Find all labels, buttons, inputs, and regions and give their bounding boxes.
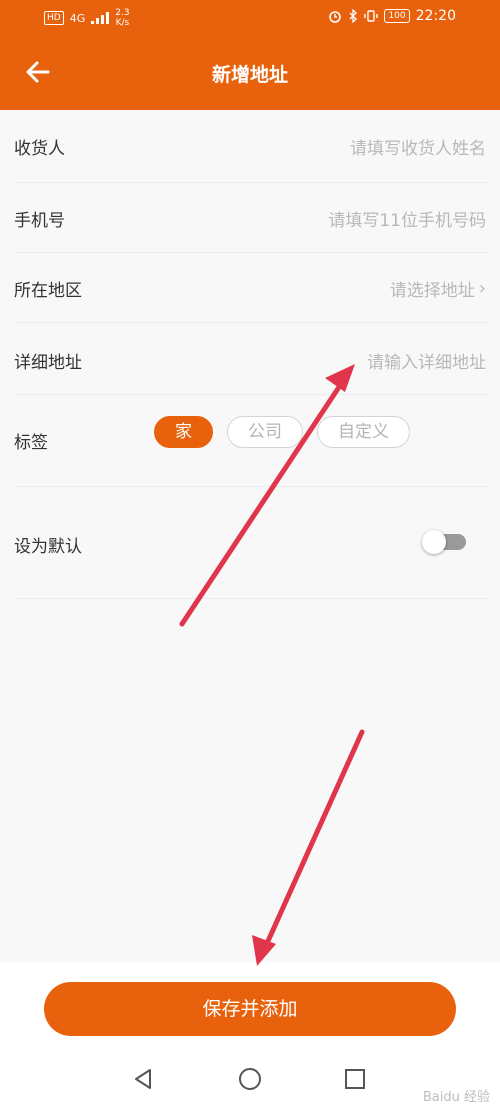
phone-input[interactable]: 请填写11位手机号码 xyxy=(328,206,486,231)
vibrate-icon xyxy=(364,10,379,22)
tag-home[interactable]: 家 xyxy=(154,416,213,448)
network-speed: 2.3 K/s xyxy=(115,8,129,28)
navigation-bar: 新增地址 xyxy=(0,36,500,110)
bottom-area: 保存并添加 Baidu 经验 xyxy=(0,962,500,1111)
speed-value: 2.3 xyxy=(115,8,130,18)
bluetooth-icon xyxy=(349,9,358,23)
region-label: 所在地区 xyxy=(14,281,82,301)
page-title: 新增地址 xyxy=(211,64,288,86)
back-triangle-icon[interactable] xyxy=(128,1064,158,1094)
recipient-input[interactable]: 请填写收货人姓名 xyxy=(350,134,486,159)
alarm-icon xyxy=(329,11,342,23)
detail-row[interactable]: 详细地址 请输入详细地址 xyxy=(14,322,488,395)
tags-row: 标签 家 公司 自定义 xyxy=(14,394,488,487)
tag-custom[interactable]: 自定义 xyxy=(317,416,410,448)
region-row[interactable]: 所在地区 请选择地址 › xyxy=(14,252,488,323)
home-circle-icon[interactable] xyxy=(235,1064,265,1094)
recipient-row[interactable]: 收货人 请填写收货人姓名 xyxy=(14,110,488,183)
annotation-arrow-down xyxy=(252,729,365,966)
detail-input[interactable]: 请输入详细地址 xyxy=(367,348,486,373)
default-row: 设为默认 xyxy=(14,486,488,599)
toggle-knob xyxy=(422,530,446,554)
signal-icon xyxy=(91,12,110,24)
status-right: 100 22:20 xyxy=(328,8,456,24)
status-left: HD 4G 2.3 K/s xyxy=(44,8,130,28)
baidu-watermark: Baidu 经验 xyxy=(422,1090,490,1105)
recents-square-icon[interactable] xyxy=(340,1064,370,1094)
clock: 22:20 xyxy=(415,8,456,24)
network-type: 4G xyxy=(69,11,86,25)
speed-unit: K/s xyxy=(115,18,130,28)
battery-indicator: 100 xyxy=(384,9,410,23)
detail-label: 详细地址 xyxy=(14,353,82,373)
tags-label: 标签 xyxy=(14,433,48,453)
tag-options: 家 公司 自定义 xyxy=(154,416,410,448)
save-and-add-button[interactable]: 保存并添加 xyxy=(44,982,456,1036)
recipient-label: 收货人 xyxy=(14,139,65,159)
app-header: HD 4G 2.3 K/s 100 22:20 新增地址 xyxy=(0,0,500,110)
hd-badge: HD xyxy=(44,11,64,25)
region-selector[interactable]: 请选择地址 › xyxy=(390,276,486,301)
chevron-right-icon: › xyxy=(478,278,486,299)
phone-label: 手机号 xyxy=(14,211,65,231)
default-toggle[interactable] xyxy=(420,530,466,554)
region-placeholder: 请选择地址 xyxy=(389,281,475,301)
tag-company[interactable]: 公司 xyxy=(227,416,303,448)
phone-row[interactable]: 手机号 请填写11位手机号码 xyxy=(14,182,488,253)
status-bar: HD 4G 2.3 K/s 100 22:20 xyxy=(0,0,500,36)
default-label: 设为默认 xyxy=(14,537,82,557)
